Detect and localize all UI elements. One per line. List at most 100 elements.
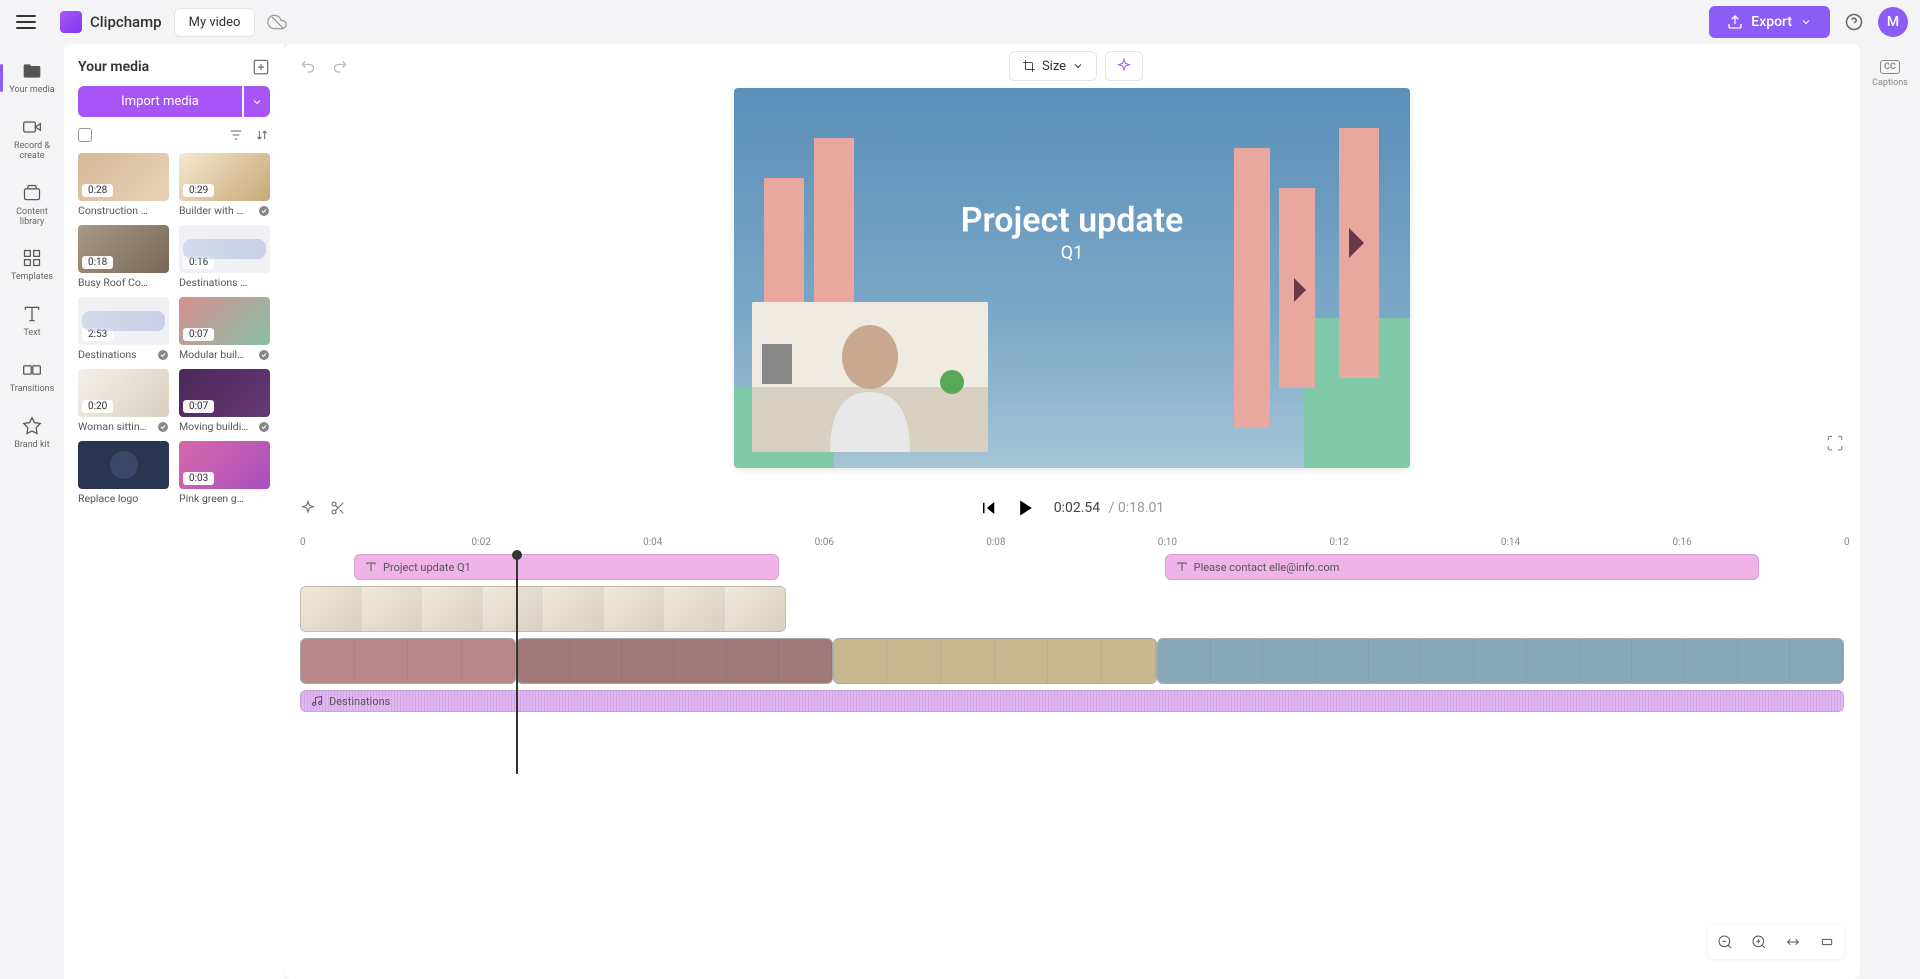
time-ruler[interactable]: 00:020:040:060:080:100:120:140:160 — [300, 530, 1844, 554]
pip-track[interactable] — [300, 586, 1844, 632]
undo-button[interactable] — [300, 57, 318, 75]
media-item[interactable]: 0:20Woman sittin… — [78, 369, 169, 433]
media-item[interactable]: 0:18Busy Roof Const… — [78, 225, 169, 289]
media-name: Destinations (ou… — [179, 276, 249, 289]
ai-tools-button[interactable] — [1105, 51, 1143, 81]
split-button[interactable] — [330, 500, 346, 516]
sparkle-icon — [1116, 58, 1132, 74]
sort-button[interactable] — [254, 127, 270, 143]
select-all-checkbox[interactable] — [78, 128, 92, 142]
media-item[interactable]: 0:16 Destinations (ou… — [179, 225, 270, 289]
size-label: Size — [1042, 59, 1066, 74]
import-dropdown-button[interactable] — [244, 86, 270, 117]
play-button[interactable] — [1016, 498, 1036, 518]
skip-start-button[interactable] — [980, 499, 998, 517]
redo-button[interactable] — [330, 57, 348, 75]
cc-icon: CC — [1880, 60, 1900, 74]
ruler-tick: 0:14 — [1501, 537, 1520, 548]
sidebar-item-brand-kit[interactable]: Brand kit — [4, 407, 60, 459]
video-clip[interactable] — [1157, 638, 1844, 684]
audio-clip[interactable]: Destinations — [300, 690, 1844, 712]
media-item[interactable]: 0:28Construction Wo… — [78, 153, 169, 217]
right-panel: CC Captions — [1860, 44, 1920, 88]
camera-icon — [21, 116, 43, 138]
fullscreen-button[interactable] — [1826, 434, 1844, 452]
video-clip[interactable] — [300, 638, 516, 684]
video-clip[interactable] — [833, 638, 1157, 684]
text-clip[interactable]: Project update Q1 — [354, 554, 779, 580]
brand-icon — [21, 415, 43, 437]
app-logo[interactable]: Clipchamp — [60, 11, 162, 33]
media-thumbnail: 0:20 — [78, 369, 169, 417]
check-icon — [258, 349, 270, 361]
media-duration: 0:20 — [82, 400, 113, 413]
sidebar-item-content-library[interactable]: Content library — [4, 174, 60, 236]
sidebar-item-text[interactable]: Text — [4, 295, 60, 347]
waveform — [301, 691, 1843, 711]
captions-label: Captions — [1872, 78, 1908, 88]
sidebar-item-your-media[interactable]: Your media — [4, 52, 60, 104]
audio-track[interactable]: Destinations — [300, 690, 1844, 712]
media-thumbnail: 0:07 — [179, 297, 270, 345]
text-track[interactable]: Project update Q1 Please contact elle@inf… — [300, 554, 1844, 580]
ruler-tick: 0:16 — [1672, 537, 1691, 548]
media-thumbnail: 0:03 — [179, 441, 270, 489]
export-button[interactable]: Export — [1709, 6, 1830, 38]
media-thumbnail: 0:16 — [179, 225, 270, 273]
project-name-tab[interactable]: My video — [174, 8, 256, 37]
magic-button[interactable] — [300, 500, 316, 516]
size-dropdown[interactable]: Size — [1009, 51, 1097, 81]
media-duration: 0:28 — [82, 184, 113, 197]
media-item[interactable]: 0:07 Moving buildi… — [179, 369, 270, 433]
media-duration: 0:29 — [183, 184, 214, 197]
media-duration: 0:07 — [183, 400, 214, 413]
captions-button[interactable]: CC Captions — [1872, 60, 1908, 88]
media-item[interactable]: 0:29Builder with d… — [179, 153, 270, 217]
current-time: 0:02.54 — [1054, 500, 1100, 516]
sidebar-item-record-create[interactable]: Record & create — [4, 108, 60, 170]
media-name: Pink green geo… — [179, 492, 249, 505]
sidebar-item-templates[interactable]: Templates — [4, 239, 60, 291]
add-media-button[interactable] — [252, 58, 270, 76]
chevron-down-icon — [1800, 16, 1812, 28]
text-clip[interactable]: Please contact elle@info.com — [1165, 554, 1759, 580]
menu-button[interactable] — [12, 11, 40, 33]
export-label: Export — [1751, 14, 1792, 30]
media-item[interactable]: 2:53Destinations — [78, 297, 169, 361]
video-clip[interactable] — [516, 638, 833, 684]
help-button[interactable] — [1842, 10, 1866, 34]
zoom-in-button[interactable] — [1746, 929, 1772, 955]
sidebar-item-label: Text — [23, 329, 40, 339]
media-item[interactable]: Replace logo — [78, 441, 169, 505]
video-preview[interactable]: Project update Q1 — [734, 88, 1410, 468]
filter-button[interactable] — [228, 127, 244, 143]
zoom-out-button[interactable] — [1712, 929, 1738, 955]
total-time: 0:18.01 — [1118, 500, 1164, 516]
media-duration: 0:03 — [183, 472, 214, 485]
cloud-sync-icon[interactable] — [267, 12, 287, 32]
pip-clip[interactable] — [300, 586, 786, 632]
ruler-tick: 0 — [300, 537, 306, 548]
media-thumbnail: 0:28 — [78, 153, 169, 201]
logo-icon — [60, 11, 82, 33]
transitions-icon — [21, 359, 43, 381]
media-thumbnail: 2:53 — [78, 297, 169, 345]
media-duration: 0:16 — [183, 256, 214, 269]
timeline[interactable]: 00:020:040:060:080:100:120:140:160 Proje… — [284, 530, 1860, 979]
import-media-button[interactable]: Import media — [78, 86, 242, 117]
media-item[interactable]: 0:03 Pink green geo… — [179, 441, 270, 505]
text-icon — [1176, 561, 1188, 573]
chevron-down-icon — [251, 96, 263, 108]
upload-icon — [1727, 14, 1743, 30]
preview-title: Project update — [961, 201, 1184, 241]
media-name: Moving buildi… — [179, 420, 248, 433]
expand-button[interactable] — [1814, 929, 1840, 955]
text-icon — [21, 303, 43, 325]
fit-button[interactable] — [1780, 929, 1806, 955]
media-item[interactable]: 0:07Modular build… — [179, 297, 270, 361]
user-avatar[interactable]: M — [1878, 7, 1908, 37]
video-track[interactable] — [300, 638, 1844, 684]
sidebar-item-label: Your media — [9, 86, 54, 96]
sidebar-item-transitions[interactable]: Transitions — [4, 351, 60, 403]
picture-in-picture[interactable] — [752, 302, 988, 452]
